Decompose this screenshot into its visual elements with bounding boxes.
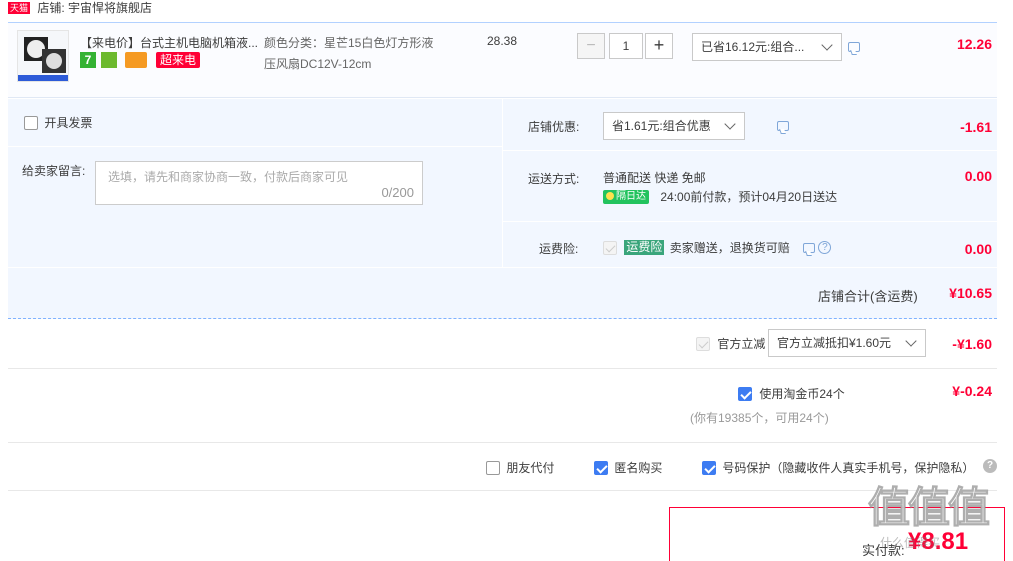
qty-input[interactable]: 1	[609, 33, 643, 59]
divider	[8, 146, 502, 147]
divider	[503, 221, 997, 222]
tmall-badge: 天猫	[8, 1, 31, 14]
shop-name-link[interactable]: 店铺: 宇宙悍将旗舰店	[37, 1, 152, 15]
item-sku-line2: 压风扇DC12V-12cm	[264, 57, 372, 71]
help-icon[interactable]: ?	[983, 459, 997, 473]
friend-pay-label: 朋友代付	[506, 461, 555, 475]
divider	[8, 442, 997, 443]
invoice-option[interactable]: 开具发票	[24, 114, 92, 131]
insurance-text: 卖家赠送，退换货可赔	[669, 241, 790, 255]
divider	[8, 490, 997, 491]
anonymous-label: 匿名购买	[614, 461, 663, 475]
taojinbi-amount: ¥-0.24	[952, 383, 992, 399]
next-day-badge-text: 隔日达	[616, 190, 646, 202]
insurance-amount: 0.00	[964, 241, 992, 257]
help-icon[interactable]: ?	[818, 241, 832, 254]
message-counter: 0/200	[381, 185, 414, 200]
shop-total-amount: ¥10.65	[949, 285, 992, 301]
shop-discount-amount: -1.61	[960, 119, 992, 135]
taojinbi-option[interactable]: 使用淘金币24个	[738, 385, 845, 402]
shop-discount-label: 店铺优惠:	[528, 120, 580, 134]
official-discount-select-value: 官方立减抵扣¥1.60元	[777, 336, 892, 350]
chat-icon[interactable]	[803, 242, 816, 253]
shop-discount-select-value: 省1.61元:组合优惠	[612, 119, 711, 133]
divider	[502, 99, 503, 267]
shipping-eta: 隔日达 24:00前付款，预计04月20日送达	[603, 188, 837, 205]
friend-pay-checkbox[interactable]	[486, 460, 500, 475]
shop-header: 天猫 店铺: 宇宙悍将旗舰店	[8, 0, 152, 15]
item-discount-select-value: 已省16.12元:组合...	[701, 40, 805, 54]
item-unit-price: 28.38	[487, 34, 518, 48]
chevron-down-icon	[724, 118, 736, 130]
anonymous-checkbox[interactable]	[594, 460, 608, 475]
seven-day-return-icon: 7	[80, 52, 96, 68]
item-badges: 7 超来电	[80, 52, 201, 68]
insurance-label: 运费险:	[539, 242, 579, 256]
official-discount-amount: -¥1.60	[952, 336, 992, 352]
invoice-label: 开具发票	[44, 116, 93, 130]
insurance-checkbox[interactable]	[603, 240, 617, 255]
watermark-logo: 值值值	[867, 484, 990, 532]
shop-discount-select[interactable]: 省1.61元:组合优惠	[603, 112, 745, 140]
shipping-label: 运送方式:	[528, 172, 580, 186]
insurance-badge: 运费险	[624, 240, 665, 255]
divider	[503, 150, 997, 151]
next-day-badge: 隔日达	[603, 189, 649, 204]
friend-pay-option[interactable]: 朋友代付	[486, 459, 554, 476]
divider	[8, 368, 997, 369]
shipping-method: 普通配送 快递 免邮	[603, 171, 706, 185]
official-discount-select[interactable]: 官方立减抵扣¥1.60元	[768, 329, 926, 357]
official-discount-label: 官方立减	[717, 337, 766, 351]
item-subtotal: 12.26	[956, 36, 992, 52]
chat-icon[interactable]	[848, 42, 860, 52]
official-discount-checkbox[interactable]	[696, 336, 710, 351]
super-electric-badge: 超来电	[156, 52, 201, 68]
shop-total-label: 店铺合计(含运费)	[818, 289, 918, 304]
invoice-checkbox[interactable]	[24, 115, 38, 130]
watermark-sub: 什么值得买	[880, 536, 941, 550]
privacy-checkbox[interactable]	[702, 460, 716, 475]
chevron-down-icon	[821, 39, 833, 51]
official-discount-option: 官方立减	[696, 335, 765, 352]
chat-icon[interactable]	[777, 121, 790, 131]
item-thumbnail[interactable]	[17, 30, 69, 82]
message-textarea[interactable]: 选填，请先和商家协商一致，付款后商家可见 0/200	[95, 161, 423, 205]
taojinbi-sub: (你有19385个，可用24个)	[690, 411, 829, 425]
qty-plus-button[interactable]: +	[645, 33, 673, 59]
qty-minus-button[interactable]: −	[577, 33, 605, 59]
taojinbi-label: 使用淘金币24个	[759, 387, 845, 401]
message-label: 给卖家留言:	[22, 164, 86, 178]
anonymous-option[interactable]: 匿名购买	[594, 459, 662, 476]
message-placeholder: 选填，请先和商家协商一致，付款后商家可见	[108, 170, 349, 184]
privacy-label: 号码保护（隐藏收件人真实手机号，保护隐私）	[722, 461, 975, 475]
credit-card-icon	[124, 52, 147, 68]
taojinbi-checkbox[interactable]	[738, 386, 752, 401]
item-sku-line1: 颜色分类：星芒15白色灯方形液	[264, 36, 434, 50]
item-discount-select[interactable]: 已省16.12元:组合...	[692, 33, 842, 61]
insurance-option: 运费险 卖家赠送，退换货可赔 ?	[603, 239, 832, 256]
shipping-amount: 0.00	[964, 168, 992, 184]
fan-image-icon	[18, 37, 68, 81]
item-title-link[interactable]: 【来电价】台式主机电脑机箱液...	[80, 34, 260, 51]
chevron-down-icon	[905, 335, 917, 347]
shipping-eta-text: 24:00前付款，预计04月20日送达	[660, 190, 838, 204]
shield-badge-icon	[101, 52, 118, 68]
lightning-icon	[606, 191, 614, 200]
